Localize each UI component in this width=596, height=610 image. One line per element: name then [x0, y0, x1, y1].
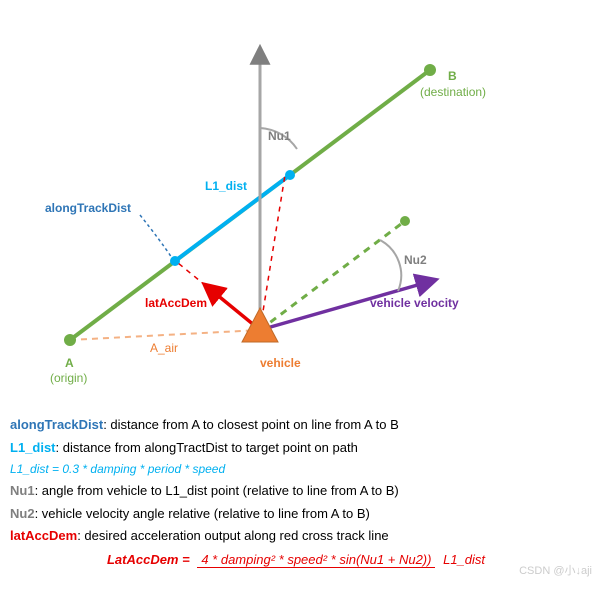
- label-Nu2: Nu2: [404, 253, 427, 267]
- formula-L1dist: L1_dist = 0.3 * damping * period * speed: [10, 460, 586, 478]
- legend-latAccDem: latAccDem: desired acceleration output a…: [10, 526, 586, 546]
- label-B: B: [448, 69, 457, 83]
- diagram-canvas: A (origin) B (destination) vehicle vehic…: [10, 10, 570, 410]
- label-vehicle: vehicle: [260, 356, 301, 370]
- label-B-sub: (destination): [420, 85, 486, 99]
- label-A: A: [65, 356, 74, 370]
- legend-Nu1: Nu1: angle from vehicle to L1_dist point…: [10, 481, 586, 501]
- legend-block: alongTrackDist: distance from A to close…: [10, 415, 586, 570]
- label-A-air: A_air: [150, 341, 178, 355]
- label-velocity: vehicle velocity: [370, 296, 459, 310]
- watermark: CSDN @小↓aji: [519, 562, 592, 578]
- label-L1dist: L1_dist: [205, 179, 247, 193]
- label-Nu1: Nu1: [268, 129, 291, 143]
- label-alongTrackDist: alongTrackDist: [45, 201, 131, 215]
- legend-Nu2: Nu2: vehicle velocity angle relative (re…: [10, 504, 586, 524]
- label-A-sub: (origin): [50, 371, 87, 385]
- formula-latAccDem: LatAccDem = 4 * damping² * speed² * sin(…: [10, 550, 586, 570]
- label-latAccDem: latAccDem: [145, 296, 207, 310]
- legend-L1dist: L1_dist: distance from alongTractDist to…: [10, 438, 586, 458]
- legend-alongTrackDist: alongTrackDist: distance from A to close…: [10, 415, 586, 435]
